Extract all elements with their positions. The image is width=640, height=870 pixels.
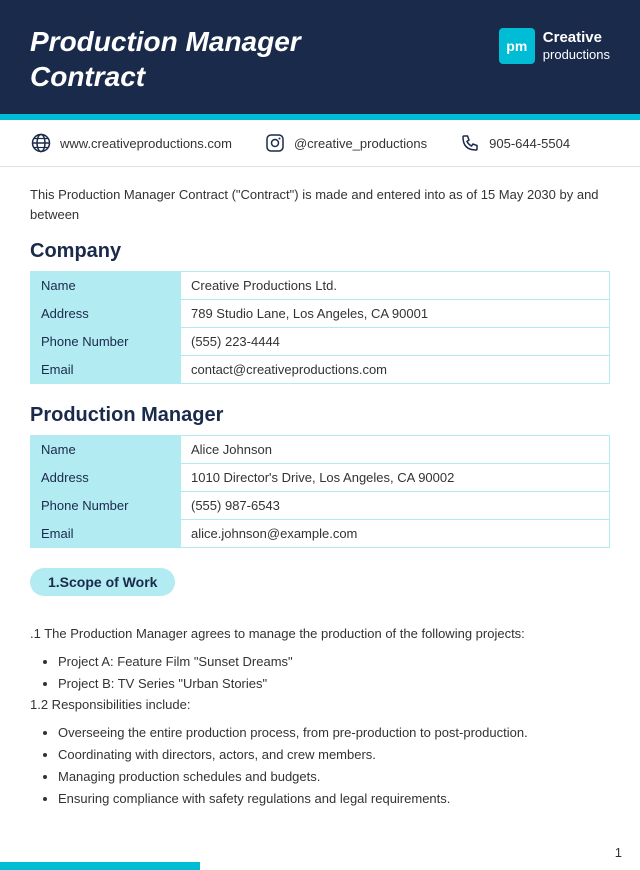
scope-badge: 1.Scope of Work <box>30 568 175 596</box>
value-cell: contact@creativeproductions.com <box>181 356 610 384</box>
value-cell: Creative Productions Ltd. <box>181 272 610 300</box>
phone-icon <box>459 132 481 154</box>
responsibilities-list: Overseeing the entire production process… <box>58 722 610 810</box>
social-contact: @creative_productions <box>264 132 427 154</box>
intro-text: This Production Manager Contract ("Contr… <box>30 185 610 224</box>
scope-line2: 1.2 Responsibilities include: <box>30 695 610 716</box>
contact-bar: www.creativeproductions.com @creative_pr… <box>0 120 640 167</box>
list-item: Project A: Feature Film "Sunset Dreams" <box>58 651 610 673</box>
table-row: Emailcontact@creativeproductions.com <box>31 356 610 384</box>
list-item: Overseeing the entire production process… <box>58 722 610 744</box>
label-cell: Address <box>31 300 181 328</box>
company-table: NameCreative Productions Ltd.Address789 … <box>30 271 610 384</box>
label-cell: Name <box>31 436 181 464</box>
value-cell: (555) 223-4444 <box>181 328 610 356</box>
table-row: Phone Number(555) 987-6543 <box>31 492 610 520</box>
website-contact: www.creativeproductions.com <box>30 132 232 154</box>
phone-contact: 905-644-5504 <box>459 132 570 154</box>
value-cell: 1010 Director's Drive, Los Angeles, CA 9… <box>181 464 610 492</box>
label-cell: Email <box>31 356 181 384</box>
list-item: Ensuring compliance with safety regulati… <box>58 788 610 810</box>
list-item: Project B: TV Series "Urban Stories" <box>58 673 610 695</box>
label-cell: Name <box>31 272 181 300</box>
projects-list: Project A: Feature Film "Sunset Dreams"P… <box>58 651 610 695</box>
logo-area: pm Creative productions <box>499 28 610 64</box>
value-cell: 789 Studio Lane, Los Angeles, CA 90001 <box>181 300 610 328</box>
globe-icon <box>30 132 52 154</box>
page-number: 1 <box>615 845 622 860</box>
value-cell: Alice Johnson <box>181 436 610 464</box>
content: This Production Manager Contract ("Contr… <box>0 167 640 870</box>
header: Production Manager Contract pm Creative … <box>0 0 640 114</box>
value-cell: (555) 987-6543 <box>181 492 610 520</box>
instagram-icon <box>264 132 286 154</box>
logo-icon: pm <box>499 28 535 64</box>
label-cell: Address <box>31 464 181 492</box>
table-row: Phone Number(555) 223-4444 <box>31 328 610 356</box>
label-cell: Phone Number <box>31 328 181 356</box>
page: Production Manager Contract pm Creative … <box>0 0 640 870</box>
logo-text: Creative productions <box>543 29 610 63</box>
list-item: Managing production schedules and budget… <box>58 766 610 788</box>
table-row: Address1010 Director's Drive, Los Angele… <box>31 464 610 492</box>
table-row: Address789 Studio Lane, Los Angeles, CA … <box>31 300 610 328</box>
table-row: Emailalice.johnson@example.com <box>31 520 610 548</box>
table-row: NameCreative Productions Ltd. <box>31 272 610 300</box>
production-manager-table: NameAlice JohnsonAddress1010 Director's … <box>30 435 610 548</box>
table-row: NameAlice Johnson <box>31 436 610 464</box>
list-item: Coordinating with directors, actors, and… <box>58 744 610 766</box>
page-title: Production Manager Contract <box>30 24 390 94</box>
production-manager-section-title: Production Manager <box>30 404 610 427</box>
bottom-accent <box>0 862 200 870</box>
value-cell: alice.johnson@example.com <box>181 520 610 548</box>
label-cell: Phone Number <box>31 492 181 520</box>
label-cell: Email <box>31 520 181 548</box>
scope-line1: .1 The Production Manager agrees to mana… <box>30 624 610 645</box>
company-section-title: Company <box>30 240 610 263</box>
